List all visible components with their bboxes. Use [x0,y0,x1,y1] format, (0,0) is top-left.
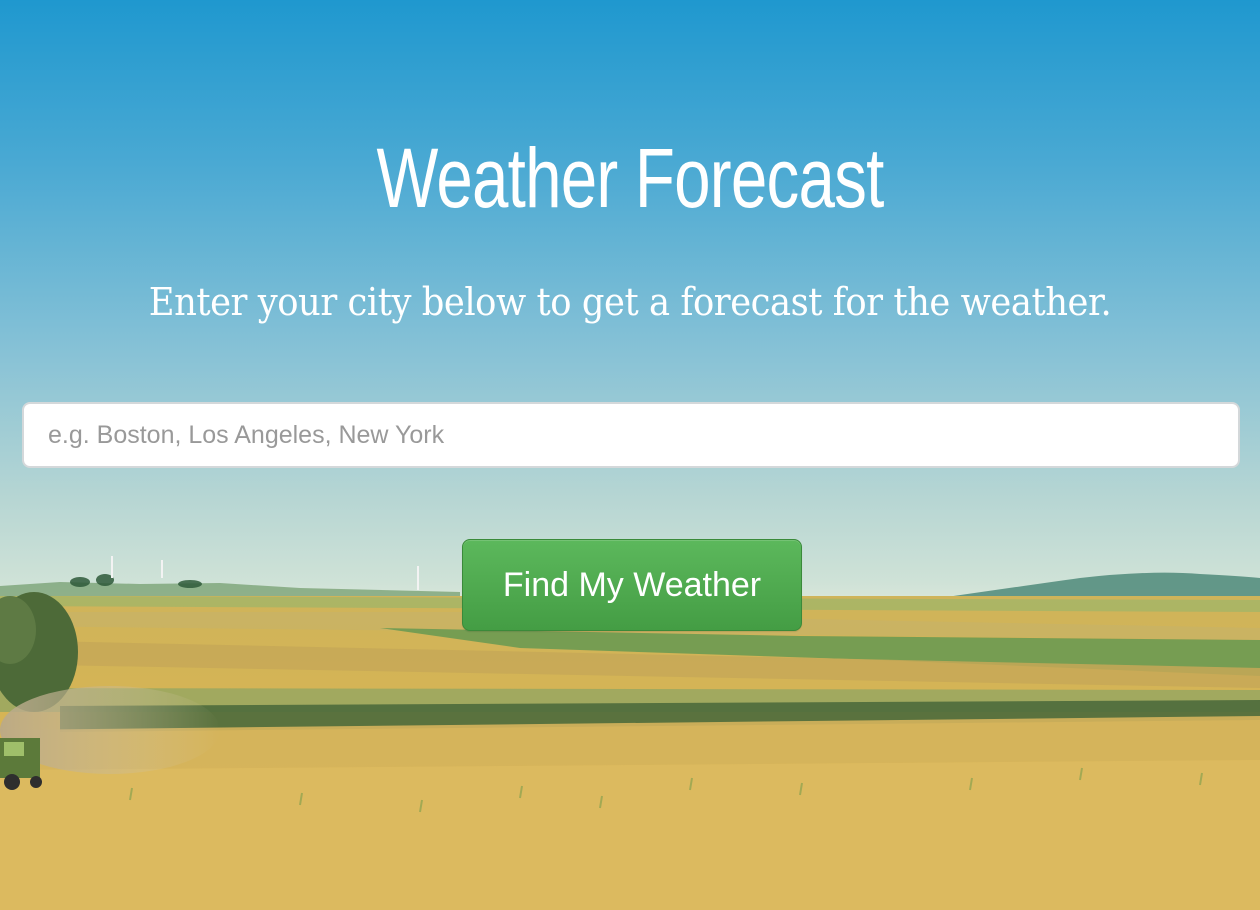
find-weather-button[interactable]: Find My Weather [462,539,802,631]
city-search-input[interactable] [22,402,1240,468]
weather-page: Weather Forecast Enter your city below t… [0,0,1260,910]
page-title: Weather Forecast [376,131,884,225]
main-content: Weather Forecast Enter your city below t… [0,0,1260,910]
page-subtitle: Enter your city below to get a forecast … [148,280,1112,324]
